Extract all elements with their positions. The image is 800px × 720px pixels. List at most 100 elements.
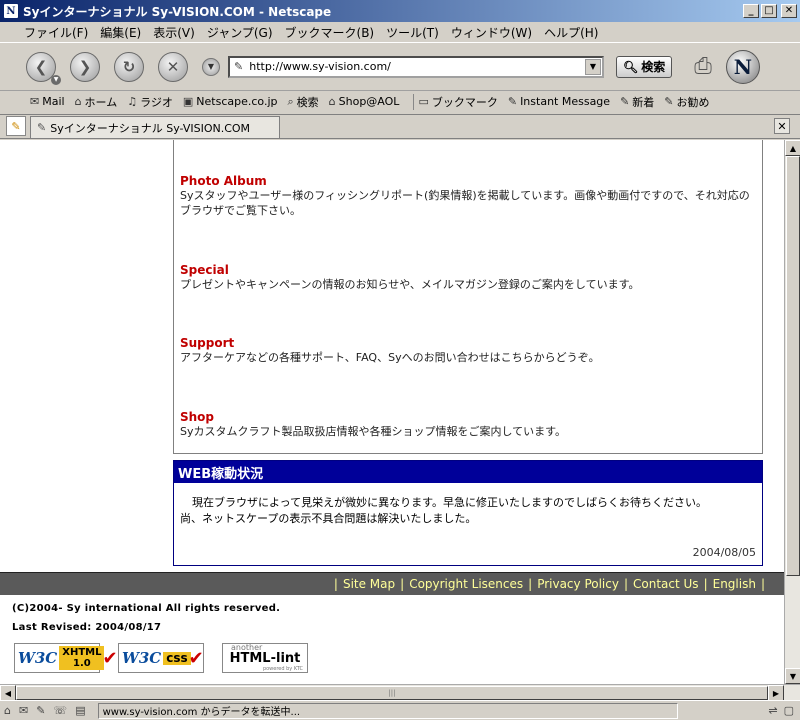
netscape-logo-icon[interactable]: N [725, 49, 760, 84]
new-tab-icon[interactable]: ✎ [6, 116, 26, 136]
w3c-xhtml-badge[interactable]: W3C XHTML 1.0 ✔ [14, 643, 118, 673]
section-special: Special プレゼントやキャンペーンの情報のお知らせや、メイルマガジン登録の… [180, 263, 760, 292]
forward-button[interactable]: ❯ [70, 51, 100, 82]
toolbar-item-radio[interactable]: ♫ ラジオ [127, 94, 173, 110]
url-input[interactable] [249, 60, 585, 73]
stop-button[interactable]: ✕ [158, 51, 188, 82]
reload-icon: ↻ [122, 57, 136, 76]
menu-file[interactable]: ファイル(F) [18, 24, 94, 41]
section-title-link[interactable]: Shop [180, 410, 760, 424]
close-button[interactable]: ✕ [781, 4, 797, 18]
section-title-link[interactable]: Support [180, 336, 760, 350]
scroll-right-button[interactable]: ▶ [768, 685, 784, 701]
toolbar-item-mail[interactable]: ✉ Mail [30, 95, 65, 108]
maximize-button[interactable]: □ [761, 4, 777, 18]
composer-icon[interactable]: ✎ [36, 704, 45, 717]
footer: | Site Map | Copyright Lisences | Privacy P… [0, 572, 784, 684]
status-text: www.sy-vision.com からデータを転送中... [97, 702, 678, 719]
vertical-scroll-thumb[interactable] [786, 156, 800, 576]
section-shop: Shop Syカスタムクラフト製品取扱店情報や各種ショップ情報をご案内しています… [180, 410, 760, 439]
minimize-button[interactable]: _ [743, 4, 759, 18]
page-content: Photo Album Syスタッフやユーザー様のフィッシングリポート(釣果情報… [0, 140, 784, 684]
tab-bar: ✎ ✎ Syインターナショナル Sy-VISION.COM ✕ [0, 114, 800, 139]
connection-icon: ⇌ [768, 704, 778, 717]
validation-badges: W3C XHTML 1.0 ✔ W3C css ✔ another HTML-li… [14, 643, 784, 673]
bookmark-icon: ✎ [620, 95, 630, 108]
title-bar: N Syインターナショナル Sy-VISION.COM - Netscape _… [0, 0, 800, 22]
menu-help[interactable]: ヘルプ(H) [538, 24, 604, 41]
last-revised-text: Last Revised: 2004/08/17 [12, 622, 162, 633]
security-icon: ▤ [75, 704, 86, 717]
toolbar-item-search[interactable]: ⌕ 検索 [287, 94, 318, 110]
menu-window[interactable]: ウィンドウ(W) [445, 24, 538, 41]
footer-link-english[interactable]: English [713, 577, 756, 591]
status-bar: ⌂ ✉ ✎ ☏ ▤ www.sy-vision.com からデータを転送中...… [0, 700, 800, 720]
web-status-header: WEB稼動状況 [174, 461, 762, 483]
footer-link-site-map[interactable]: Site Map [343, 577, 395, 591]
toolbar-item-netscape[interactable]: ▣ Netscape.co.jp [183, 95, 278, 108]
toolbar-item-new[interactable]: ✎ 新着 [620, 94, 654, 110]
footer-link-copyright[interactable]: Copyright Lisences [409, 577, 523, 591]
menu-tools[interactable]: ツール(T) [380, 24, 445, 41]
navigator-icon[interactable]: ⌂ [4, 704, 11, 717]
section-title-link[interactable]: Special [180, 263, 760, 277]
menu-view[interactable]: 表示(V) [147, 24, 201, 41]
section-photo-album: Photo Album Syスタッフやユーザー様のフィッシングリポート(釣果情報… [180, 174, 760, 218]
toolbar-item-home[interactable]: ⌂ ホーム [75, 94, 118, 110]
navigation-toolbar: ❮ ▼ ❯ ↻ ✕ ▼ ✎ ▼ 🔍︎ 検索 ⎙ N [0, 42, 800, 90]
mail-icon[interactable]: ✉ [19, 704, 28, 717]
menu-go[interactable]: ジャンプ(G) [201, 24, 279, 41]
print-icon[interactable]: ⎙ [694, 54, 712, 79]
section-support: Support アフターケアなどの各種サポート、FAQ、Syへのお問い合わせはこ… [180, 336, 760, 365]
url-bar[interactable]: ✎ ▼ [228, 55, 604, 78]
search-icon: ⌕ [287, 94, 294, 108]
toolbar-item-bookmarks[interactable]: ▭ ブックマーク [418, 94, 497, 110]
personal-toolbar: ✉ Mail ⌂ ホーム ♫ ラジオ ▣ Netscape.co.jp ⌕ 検索 ⌂ Sho… [0, 90, 800, 112]
lock-icon: ▢ [783, 704, 794, 717]
section-description: プレゼントやキャンペーンの情報のお知らせや、メイルマガジン登録のご案内をしていま… [180, 278, 640, 291]
web-status-line2: 尚、ネットスケープの表示不具合問題は解決いたしました。 [180, 512, 477, 525]
back-button[interactable]: ❮ ▼ [26, 51, 61, 85]
section-description: アフターケアなどの各種サポート、FAQ、Syへのお問い合わせはこちらからどうぞ。 [180, 351, 600, 364]
web-status-line1: 現在ブラウザによって見栄えが微妙に異なります。早急に修正いたしますのでしばらくお… [192, 496, 708, 509]
horizontal-scroll-thumb[interactable]: ||| [16, 686, 768, 700]
tab-label: Syインターナショナル Sy-VISION.COM [50, 121, 251, 135]
section-description: Syスタッフやユーザー様のフィッシングリポート(釣果情報)を掲載しています。画像… [180, 189, 750, 217]
bookmark-icon: ✎ [507, 95, 518, 108]
arrow-right-icon: ❯ [78, 57, 92, 76]
search-button-label: 検索 [641, 60, 666, 74]
scroll-down-button[interactable]: ▼ [785, 668, 800, 684]
checkmark-icon: ✔ [188, 647, 204, 669]
url-dropdown-button[interactable]: ▼ [585, 58, 601, 75]
toolbar-item-shop[interactable]: ⌂ Shop@AOL [329, 95, 400, 108]
page-icon: ✎ [37, 121, 47, 134]
close-tab-button[interactable]: ✕ [774, 118, 790, 134]
footer-link-contact[interactable]: Contact Us [633, 577, 699, 591]
footer-link-privacy[interactable]: Privacy Policy [537, 577, 619, 591]
scroll-left-button[interactable]: ◀ [0, 685, 16, 701]
w3c-css-badge[interactable]: W3C css ✔ [118, 643, 204, 673]
web-status-date: 2004/08/05 [692, 546, 756, 559]
menu-edit[interactable]: 編集(E) [94, 24, 147, 41]
tab-current[interactable]: ✎ Syインターナショナル Sy-VISION.COM [30, 116, 280, 138]
vertical-scrollbar[interactable]: ▲ ▼ [784, 140, 800, 684]
web-status-body: 現在ブラウザによって見栄えが微妙に異なります。早急に修正いたしますのでしばらくお… [174, 483, 762, 527]
scroll-up-button[interactable]: ▲ [785, 140, 800, 156]
window-title: Syインターナショナル Sy-VISION.COM - Netscape [23, 4, 332, 19]
toolbar-item-recommend[interactable]: ✎ お勧め [664, 94, 709, 110]
horizontal-scrollbar[interactable]: ◀ ||| ▶ [0, 684, 800, 701]
magnifier-icon: 🔍︎ [623, 59, 639, 74]
reload-button[interactable]: ↻ [114, 51, 144, 82]
toolbar-item-instant-message[interactable]: ✎ Instant Message [508, 95, 610, 108]
html-lint-badge[interactable]: another HTML-lint powered by KTC [222, 643, 308, 673]
shop-icon: ⌂ [328, 95, 336, 108]
address-book-icon[interactable]: ☏ [53, 704, 67, 717]
url-history-button[interactable]: ▼ [202, 57, 220, 76]
search-button[interactable]: 🔍︎ 検索 [616, 55, 673, 78]
checkmark-icon: ✔ [102, 647, 118, 669]
menu-bookmarks[interactable]: ブックマーク(B) [279, 24, 381, 41]
footer-links: | Site Map | Copyright Lisences | Privacy P… [0, 572, 784, 595]
home-icon: ⌂ [74, 95, 82, 108]
back-dropdown-icon[interactable]: ▼ [51, 74, 61, 85]
section-title-link[interactable]: Photo Album [180, 174, 760, 188]
